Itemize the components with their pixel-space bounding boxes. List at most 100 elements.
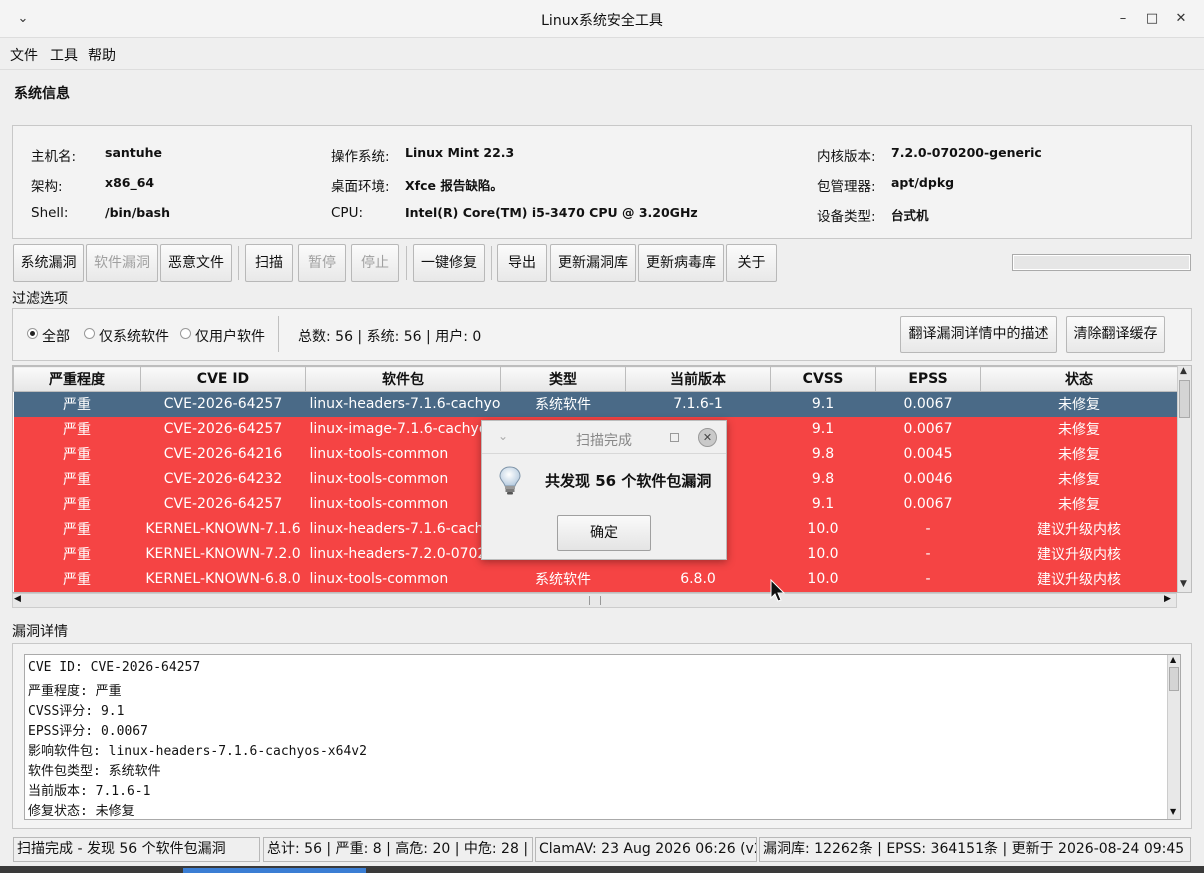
col-severity[interactable]: 严重程度: [13, 366, 141, 392]
malware-button[interactable]: 恶意文件: [160, 244, 232, 282]
table-row[interactable]: 严重 CVE-2026-64257 linux-headers-7.1.6-ca…: [13, 391, 1178, 417]
dialog-divider: [482, 453, 726, 454]
scroll-thumb[interactable]: [1169, 667, 1179, 691]
col-cve-id[interactable]: CVE ID: [140, 366, 306, 392]
filter-title: 过滤选项: [12, 291, 68, 307]
minimize-button[interactable]: –: [1112, 8, 1134, 30]
close-button[interactable]: ✕: [1170, 8, 1192, 30]
scan-button[interactable]: 扫描: [245, 244, 293, 282]
scroll-grip[interactable]: [589, 596, 601, 605]
cell-package: linux-tools-common: [305, 491, 501, 517]
details-scrollbar[interactable]: ▲ ▼: [1167, 655, 1180, 819]
lightbulb-icon: [499, 466, 521, 495]
cell-severity: 严重: [13, 541, 141, 567]
col-status[interactable]: 状态: [980, 366, 1178, 392]
dialog-close-button[interactable]: ✕: [698, 428, 717, 447]
cell-package: linux-headers-7.1.6-cachyos: [305, 516, 501, 542]
cell-severity: 严重: [13, 416, 141, 442]
cell-type: 系统软件: [500, 566, 626, 592]
table-row[interactable]: 严重 KERNEL-KNOWN-6.8.0 linux-tools-common…: [13, 566, 1178, 592]
cell-cve-id: CVE-2026-64257: [140, 391, 306, 417]
export-button[interactable]: 导出: [497, 244, 547, 282]
radio-user-only[interactable]: [180, 328, 191, 339]
one-click-fix-button[interactable]: 一键修复: [413, 244, 485, 282]
scroll-up-icon[interactable]: ▲: [1170, 655, 1176, 664]
filter-summary: 总数: 56 | 系统: 56 | 用户: 0: [298, 329, 482, 345]
cell-cve-id: KERNEL-KNOWN-7.1.6: [140, 516, 306, 542]
cell-type: 系统软件: [500, 391, 626, 417]
radio-all-label[interactable]: 全部: [42, 326, 70, 346]
cell-version: 6.8.0: [625, 566, 771, 592]
scroll-down-icon[interactable]: ▼: [1180, 579, 1187, 589]
cell-severity: 严重: [13, 441, 141, 467]
mouse-cursor-icon: [770, 579, 786, 602]
menu-help[interactable]: 帮助: [88, 45, 116, 65]
col-version[interactable]: 当前版本: [625, 366, 771, 392]
cell-severity: 严重: [13, 566, 141, 592]
cell-cvss: 10.0: [770, 516, 876, 542]
cell-status: 未修复: [980, 441, 1178, 467]
menu-tools[interactable]: 工具: [50, 45, 78, 65]
detail-line: 严重程度: 严重: [28, 684, 122, 699]
col-type[interactable]: 类型: [500, 366, 626, 392]
scroll-right-icon[interactable]: ▶: [1164, 594, 1171, 604]
scan-complete-dialog: ⌄ 扫描完成 ✕ 共发现 56 个软件包漏洞 确定: [481, 420, 727, 560]
details-textbox[interactable]: CVE ID: CVE-2026-64257 严重程度: 严重 CVSS评分: …: [24, 654, 1181, 820]
cell-epss: 0.0067: [875, 491, 981, 517]
dialog-maximize-button[interactable]: [670, 433, 679, 442]
table-horizontal-scrollbar[interactable]: ◀ ▶: [12, 593, 1177, 608]
scroll-up-icon[interactable]: ▲: [1180, 366, 1187, 376]
about-button[interactable]: 关于: [726, 244, 777, 282]
shell-label: Shell:: [31, 205, 69, 221]
cell-cvss: 9.8: [770, 466, 876, 492]
update-vulndb-button[interactable]: 更新漏洞库: [550, 244, 636, 282]
detail-line: 当前版本: 7.1.6-1: [28, 784, 151, 799]
scroll-left-icon[interactable]: ◀: [14, 594, 21, 604]
translate-button[interactable]: 翻译漏洞详情中的描述: [900, 316, 1057, 353]
col-package[interactable]: 软件包: [305, 366, 501, 392]
col-epss[interactable]: EPSS: [875, 366, 981, 392]
status-counts: 总计: 56 | 严重: 8 | 高危: 20 | 中危: 28 | 低危: 0: [263, 837, 533, 862]
hostname-value: santuhe: [105, 145, 163, 160]
cpu-value: Intel(R) Core(TM) i5-3470 CPU @ 3.20GHz: [405, 205, 698, 220]
menu-file[interactable]: 文件: [10, 45, 38, 65]
stop-button[interactable]: 停止: [351, 244, 399, 282]
status-message: 扫描完成 - 发现 56 个软件包漏洞: [13, 837, 260, 862]
os-label: 操作系统:: [331, 149, 390, 165]
maximize-button[interactable]: □: [1141, 8, 1163, 30]
scroll-thumb[interactable]: [1179, 380, 1190, 418]
cell-epss: -: [875, 516, 981, 542]
radio-system-only-label[interactable]: 仅系统软件: [99, 326, 169, 346]
clear-cache-button[interactable]: 清除翻译缓存: [1066, 316, 1165, 353]
arch-label: 架构:: [31, 179, 63, 195]
table-vertical-scrollbar[interactable]: ▲ ▼: [1177, 366, 1191, 592]
cell-cve-id: KERNEL-KNOWN-7.2.0: [140, 541, 306, 567]
cell-cvss: 9.1: [770, 491, 876, 517]
update-virusdb-button[interactable]: 更新病毒库: [638, 244, 724, 282]
soft-vuln-button[interactable]: 软件漏洞: [86, 244, 158, 282]
scroll-down-icon[interactable]: ▼: [1170, 807, 1176, 816]
cell-epss: 0.0067: [875, 416, 981, 442]
cell-cve-id: CVE-2026-64232: [140, 466, 306, 492]
arch-value: x86_64: [105, 175, 155, 190]
pause-button[interactable]: 暂停: [298, 244, 346, 282]
col-cvss[interactable]: CVSS: [770, 366, 876, 392]
shell-value: /bin/bash: [105, 205, 170, 220]
dialog-message: 共发现 56 个软件包漏洞: [545, 472, 712, 490]
radio-system-only[interactable]: [84, 328, 95, 339]
cell-epss: 0.0067: [875, 391, 981, 417]
cell-severity: 严重: [13, 516, 141, 542]
dialog-ok-button[interactable]: 确定: [557, 515, 651, 551]
de-label: 桌面环境:: [331, 179, 390, 195]
taskbar-edge: [0, 866, 1204, 873]
radio-user-only-label[interactable]: 仅用户软件: [195, 326, 265, 346]
cpu-label: CPU:: [331, 205, 363, 221]
cell-status: 建议升级内核: [980, 516, 1178, 542]
cell-epss: -: [875, 566, 981, 592]
cell-status: 建议升级内核: [980, 566, 1178, 592]
dialog-title: 扫描完成: [576, 433, 632, 449]
window-title: Linux系统安全工具: [541, 13, 663, 29]
sys-vuln-button[interactable]: 系统漏洞: [13, 244, 84, 282]
radio-all[interactable]: [27, 328, 38, 339]
taskbar-active-indicator: [183, 868, 366, 873]
